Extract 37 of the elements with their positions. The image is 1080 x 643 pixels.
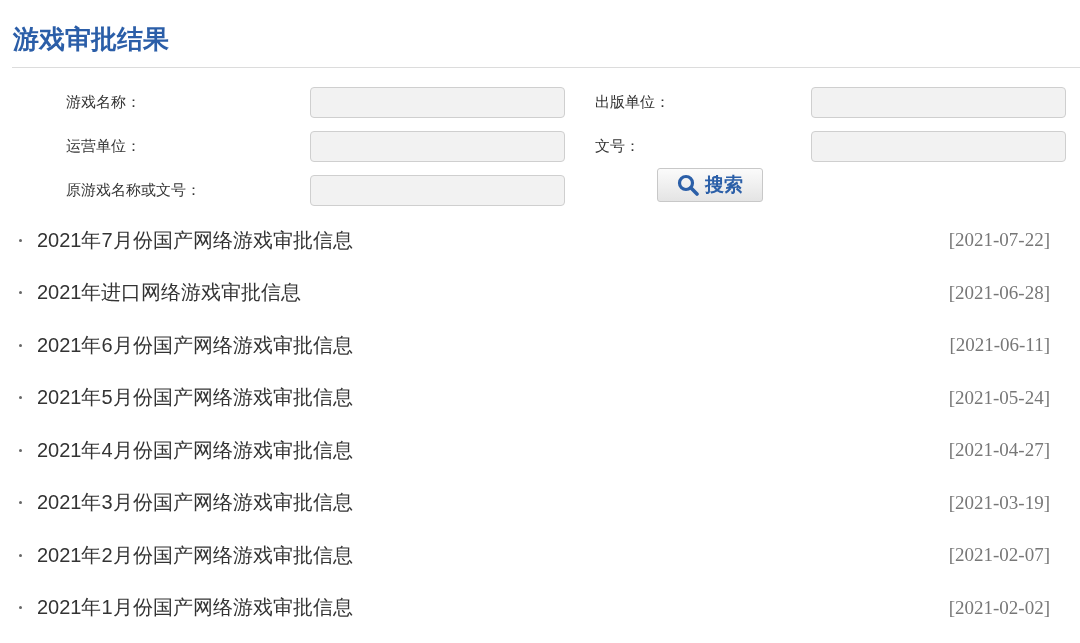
search-button[interactable]: 搜索	[657, 168, 763, 202]
result-link[interactable]: 2021年4月份国产网络游戏审批信息	[37, 436, 353, 464]
bullet-icon	[19, 448, 22, 452]
search-icon	[677, 174, 699, 196]
input-field[interactable]	[811, 87, 1066, 118]
input-field[interactable]	[310, 87, 565, 118]
bullet-icon	[19, 501, 22, 505]
result-date: [2021-02-07]	[948, 544, 1050, 567]
bullet-icon	[19, 396, 22, 400]
input-field[interactable]	[310, 131, 565, 162]
bullet-icon	[19, 553, 22, 557]
result-date: [2021-02-02]	[948, 596, 1050, 619]
result-date: [2021-04-27]	[948, 439, 1050, 462]
bullet-icon	[19, 343, 22, 347]
result-link[interactable]: 2021年5月份国产网络游戏审批信息	[37, 384, 353, 412]
bullet-icon	[19, 291, 22, 295]
input-field[interactable]	[310, 175, 565, 206]
result-link[interactable]: 2021年7月份国产网络游戏审批信息	[37, 226, 353, 254]
field-label: 原游戏名称或文号：	[66, 181, 201, 200]
page-title: 游戏审批结果	[13, 24, 169, 56]
field-label: 文号：	[595, 137, 640, 156]
result-link[interactable]: 2021年2月份国产网络游戏审批信息	[37, 541, 353, 569]
result-date: [2021-07-22]	[948, 229, 1050, 252]
bullet-icon	[19, 606, 22, 610]
result-date: [2021-03-19]	[948, 491, 1050, 514]
result-date: [2021-05-24]	[948, 386, 1050, 409]
result-date: [2021-06-28]	[948, 281, 1050, 304]
result-date: [2021-06-11]	[949, 334, 1050, 357]
input-field[interactable]	[811, 131, 1066, 162]
field-label: 出版单位：	[595, 93, 670, 112]
field-label: 游戏名称：	[66, 93, 141, 112]
result-link[interactable]: 2021年3月份国产网络游戏审批信息	[37, 489, 353, 517]
field-label: 运营单位：	[66, 137, 141, 156]
result-link[interactable]: 2021年进口网络游戏审批信息	[37, 279, 302, 307]
bullet-icon	[19, 238, 22, 242]
result-link[interactable]: 2021年1月份国产网络游戏审批信息	[37, 594, 353, 622]
result-link[interactable]: 2021年6月份国产网络游戏审批信息	[37, 331, 353, 359]
